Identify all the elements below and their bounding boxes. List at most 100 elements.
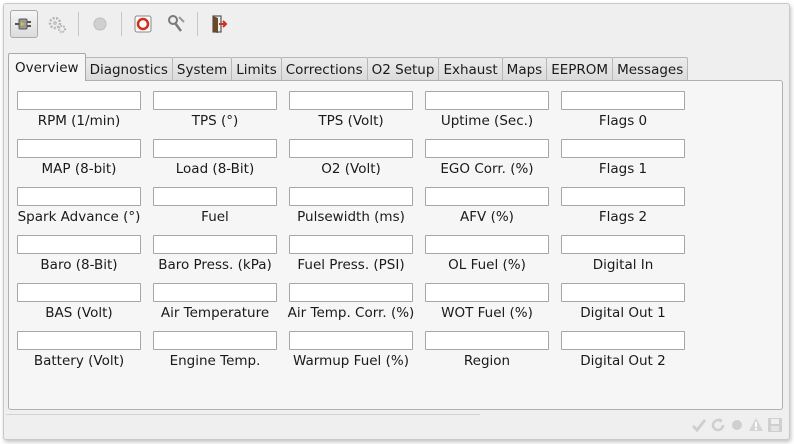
- value-field[interactable]: [425, 139, 549, 158]
- record-icon: [93, 17, 107, 31]
- value-field[interactable]: [561, 139, 685, 158]
- value-field[interactable]: [289, 331, 413, 350]
- value-field[interactable]: [425, 91, 549, 110]
- tab-limits[interactable]: Limits: [231, 57, 282, 81]
- warning-icon: [748, 417, 764, 433]
- check-icon: [691, 417, 707, 433]
- gauge-cell: Fuel: [151, 185, 287, 233]
- gauge-label: Uptime (Sec.): [440, 113, 534, 129]
- status-icons: [691, 417, 783, 433]
- gauge-cell: BAS (Volt): [15, 281, 151, 329]
- value-field[interactable]: [289, 235, 413, 254]
- value-field[interactable]: [425, 283, 549, 302]
- gauge-cell: Region: [423, 329, 559, 377]
- gauge-cell: MAP (8-bit): [15, 137, 151, 185]
- value-field[interactable]: [153, 91, 277, 110]
- value-field[interactable]: [17, 187, 141, 206]
- tab-exhaust[interactable]: Exhaust: [438, 57, 503, 81]
- app-window: Overview Diagnostics System Limits Correctio…: [3, 3, 790, 440]
- status-divider: [6, 414, 480, 415]
- gauge-label: Digital Out 1: [580, 305, 666, 321]
- gauge-label: Digital Out 2: [580, 353, 666, 369]
- value-field[interactable]: [17, 283, 141, 302]
- gauge-cell: RPM (1/min): [15, 89, 151, 137]
- value-field[interactable]: [561, 331, 685, 350]
- record-button[interactable]: [86, 10, 114, 38]
- value-field[interactable]: [153, 235, 277, 254]
- tab-diagnostics[interactable]: Diagnostics: [84, 57, 173, 81]
- tab-corrections[interactable]: Corrections: [280, 57, 368, 81]
- gauge-label: Flags 1: [598, 161, 648, 177]
- value-field[interactable]: [289, 139, 413, 158]
- gauge-grid: RPM (1/min) TPS (°) TPS (Volt) Uptime (Sec.…: [15, 89, 695, 377]
- tools-button[interactable]: [162, 10, 190, 38]
- tab-maps[interactable]: Maps: [501, 57, 548, 81]
- tab-messages[interactable]: Messages: [612, 57, 689, 81]
- lifebuoy-icon: [134, 15, 152, 33]
- gauge-cell: Spark Advance (°): [15, 185, 151, 233]
- value-field[interactable]: [561, 283, 685, 302]
- settings-button[interactable]: [43, 10, 71, 38]
- value-field[interactable]: [425, 331, 549, 350]
- gauge-label: Pulsewidth (ms): [297, 209, 405, 225]
- gauge-label: Air Temp. Corr. (%): [287, 305, 415, 321]
- gauge-label: Spark Advance (°): [17, 209, 141, 225]
- gauge-cell: Air Temperature: [151, 281, 287, 329]
- value-field[interactable]: [289, 187, 413, 206]
- gauge-cell: Engine Temp.: [151, 329, 287, 377]
- exit-button[interactable]: [205, 10, 233, 38]
- gauge-cell: Pulsewidth (ms): [287, 185, 423, 233]
- tab-eeprom[interactable]: EEPROM: [546, 57, 614, 81]
- help-button[interactable]: [129, 10, 157, 38]
- gauge-label: MAP (8-bit): [41, 161, 117, 177]
- gauge-cell: OL Fuel (%): [423, 233, 559, 281]
- gauge-label: TPS (Volt): [318, 113, 384, 129]
- save-icon: [767, 417, 783, 433]
- value-field[interactable]: [153, 187, 277, 206]
- gauge-label: Baro (8-Bit): [40, 257, 118, 273]
- value-field[interactable]: [17, 91, 141, 110]
- gauge-cell: AFV (%): [423, 185, 559, 233]
- value-field[interactable]: [17, 331, 141, 350]
- record-dot-icon: [729, 417, 745, 433]
- value-field[interactable]: [153, 139, 277, 158]
- refresh-icon: [710, 417, 726, 433]
- gauge-cell: TPS (°): [151, 89, 287, 137]
- value-field[interactable]: [289, 91, 413, 110]
- value-field[interactable]: [17, 139, 141, 158]
- tab-system[interactable]: System: [171, 57, 233, 81]
- value-field[interactable]: [425, 187, 549, 206]
- connect-icon: [15, 18, 31, 30]
- gauge-label: Region: [463, 353, 511, 369]
- gauge-cell: Baro Press. (kPa): [151, 233, 287, 281]
- value-field[interactable]: [561, 235, 685, 254]
- gauge-label: Digital In: [592, 257, 654, 273]
- gauge-label: Engine Temp.: [169, 353, 261, 369]
- value-field[interactable]: [561, 187, 685, 206]
- gauge-cell: Digital Out 2: [559, 329, 695, 377]
- gauge-cell: Flags 1: [559, 137, 695, 185]
- gauge-label: WOT Fuel (%): [441, 305, 533, 321]
- gauge-cell: TPS (Volt): [287, 89, 423, 137]
- value-field[interactable]: [153, 283, 277, 302]
- toolbar-separator: [121, 12, 122, 36]
- gauge-cell: WOT Fuel (%): [423, 281, 559, 329]
- toolbar: [4, 4, 789, 44]
- gauge-cell: Air Temp. Corr. (%): [287, 281, 423, 329]
- gauge-label: AFV (%): [460, 209, 514, 225]
- gauge-label: Flags 2: [598, 209, 648, 225]
- value-field[interactable]: [17, 235, 141, 254]
- tab-overview[interactable]: Overview: [8, 53, 86, 81]
- gauge-cell: Battery (Volt): [15, 329, 151, 377]
- value-field[interactable]: [153, 331, 277, 350]
- toolbar-separator: [197, 12, 198, 36]
- gauge-cell: EGO Corr. (%): [423, 137, 559, 185]
- gauge-label: Battery (Volt): [33, 353, 125, 369]
- value-field[interactable]: [561, 91, 685, 110]
- overview-panel: RPM (1/min) TPS (°) TPS (Volt) Uptime (Sec.…: [8, 80, 783, 410]
- toolbar-separator: [78, 12, 79, 36]
- connect-button[interactable]: [10, 10, 38, 38]
- value-field[interactable]: [289, 283, 413, 302]
- value-field[interactable]: [425, 235, 549, 254]
- tab-o2-setup[interactable]: O2 Setup: [366, 57, 440, 81]
